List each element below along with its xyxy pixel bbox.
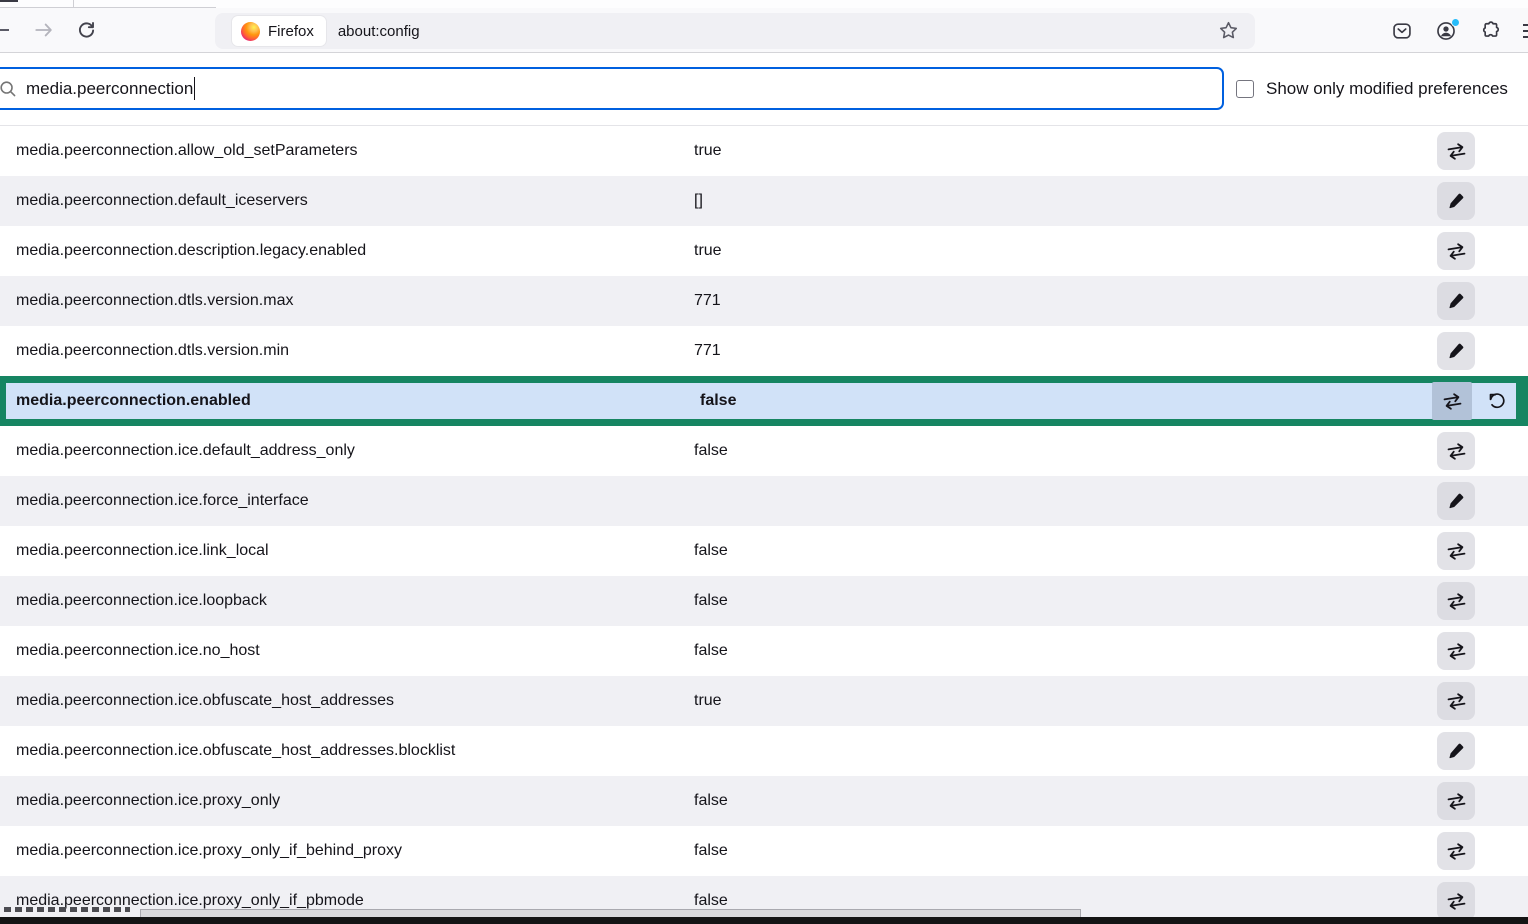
tab-strip-remnant	[0, 0, 1528, 8]
pref-value: 771	[694, 292, 1437, 310]
preferences-table: media.peerconnection.allow_old_setParame…	[0, 126, 1528, 924]
window-edge-mark	[0, 0, 18, 2]
pref-row[interactable]: media.peerconnection.ice.default_address…	[0, 426, 1528, 476]
pref-name: media.peerconnection.ice.no_host	[0, 642, 694, 660]
edit-button[interactable]	[1437, 182, 1475, 220]
edit-button[interactable]	[1437, 732, 1475, 770]
pref-name: media.peerconnection.dtls.version.min	[0, 342, 694, 360]
edit-button[interactable]	[1437, 282, 1475, 320]
pref-row[interactable]: media.peerconnection.dtls.version.min 77…	[0, 326, 1528, 376]
reset-button[interactable]	[1478, 382, 1516, 420]
pref-name: media.peerconnection.default_iceservers	[0, 192, 694, 210]
pref-row[interactable]: media.peerconnection.allow_old_setParame…	[0, 126, 1528, 176]
pref-name: media.peerconnection.ice.proxy_only	[0, 792, 694, 810]
pref-value: false	[694, 642, 1437, 660]
pref-name: media.peerconnection.ice.link_local	[0, 542, 694, 560]
site-identity-label: Firefox	[268, 23, 314, 40]
search-icon	[0, 79, 18, 99]
pref-value: false	[694, 842, 1437, 860]
pref-row[interactable]: media.peerconnection.ice.link_local fals…	[0, 526, 1528, 576]
pref-value: false	[694, 592, 1437, 610]
url-bar[interactable]: Firefox about:config	[215, 13, 1255, 49]
pref-value: false	[700, 392, 1432, 410]
pref-value: false	[694, 792, 1437, 810]
pref-row[interactable]: media.peerconnection.description.legacy.…	[0, 226, 1528, 276]
forward-icon[interactable]	[33, 19, 55, 41]
account-icon[interactable]	[1435, 20, 1457, 42]
pref-value: false	[694, 442, 1437, 460]
reload-icon[interactable]	[75, 19, 97, 41]
search-input[interactable]: media.peerconnection	[0, 67, 1224, 110]
pref-name: media.peerconnection.ice.default_address…	[0, 442, 694, 460]
pref-value: true	[694, 692, 1437, 710]
browser-toolbar: Firefox about:config	[0, 8, 1528, 53]
toggle-button[interactable]	[1437, 432, 1475, 470]
site-identity-chip[interactable]: Firefox	[232, 16, 326, 46]
pref-row[interactable]: media.peerconnection.dtls.version.max 77…	[0, 276, 1528, 326]
config-search-section: media.peerconnection Show only modified …	[0, 53, 1528, 126]
pref-row[interactable]: media.peerconnection.ice.proxy_only_if_b…	[0, 826, 1528, 876]
edit-button[interactable]	[1437, 482, 1475, 520]
pref-row[interactable]: media.peerconnection.ice.force_interface	[0, 476, 1528, 526]
toggle-button[interactable]	[1437, 682, 1475, 720]
pref-value: false	[694, 542, 1437, 560]
toggle-button[interactable]	[1437, 832, 1475, 870]
toggle-button[interactable]	[1437, 582, 1475, 620]
pref-row[interactable]: media.peerconnection.ice.proxy_only fals…	[0, 776, 1528, 826]
pref-name: media.peerconnection.enabled	[6, 392, 700, 410]
show-modified-label: Show only modified preferences	[1266, 79, 1508, 99]
toggle-button[interactable]	[1437, 882, 1475, 920]
pref-value: false	[694, 892, 1437, 910]
pref-row[interactable]: media.peerconnection.enabled false	[0, 376, 1528, 426]
pref-value: true	[694, 142, 1437, 160]
url-text[interactable]: about:config	[338, 23, 420, 40]
pref-name: media.peerconnection.ice.force_interface	[0, 492, 694, 510]
taskbar-edge	[0, 917, 1528, 924]
toggle-button[interactable]	[1437, 532, 1475, 570]
pref-row[interactable]: media.peerconnection.ice.loopback false	[0, 576, 1528, 626]
pref-name: media.peerconnection.ice.obfuscate_host_…	[0, 692, 694, 710]
toggle-button[interactable]	[1437, 232, 1475, 270]
pref-row[interactable]: media.peerconnection.ice.no_host false	[0, 626, 1528, 676]
app-menu-icon[interactable]	[1523, 24, 1528, 38]
pref-row[interactable]: media.peerconnection.ice.obfuscate_host_…	[0, 726, 1528, 776]
pref-row[interactable]: media.peerconnection.ice.obfuscate_host_…	[0, 676, 1528, 726]
pref-name: media.peerconnection.ice.obfuscate_host_…	[0, 742, 694, 760]
clipped-status-text	[4, 907, 130, 916]
pref-name: media.peerconnection.ice.proxy_only_if_b…	[0, 842, 694, 860]
toggle-button[interactable]	[1432, 382, 1472, 420]
bookmark-star-icon[interactable]	[1218, 20, 1239, 41]
pref-value: []	[694, 192, 1437, 210]
pref-name: media.peerconnection.description.legacy.…	[0, 242, 694, 260]
firefox-logo-icon	[241, 22, 260, 41]
back-icon[interactable]	[0, 29, 9, 31]
account-notification-dot	[1451, 18, 1460, 27]
search-query-text[interactable]: media.peerconnection	[26, 79, 193, 99]
extensions-puzzle-icon[interactable]	[1479, 20, 1501, 42]
show-modified-checkbox[interactable]	[1236, 80, 1254, 98]
toggle-button[interactable]	[1437, 132, 1475, 170]
pref-value: true	[694, 242, 1437, 260]
toggle-button[interactable]	[1437, 782, 1475, 820]
text-caret	[194, 77, 195, 100]
pref-row[interactable]: media.peerconnection.default_iceservers …	[0, 176, 1528, 226]
pocket-icon[interactable]	[1391, 20, 1413, 42]
pref-value: 771	[694, 342, 1437, 360]
pref-name: media.peerconnection.dtls.version.max	[0, 292, 694, 310]
pref-name: media.peerconnection.ice.loopback	[0, 592, 694, 610]
toggle-button[interactable]	[1437, 632, 1475, 670]
edit-button[interactable]	[1437, 332, 1475, 370]
pref-name: media.peerconnection.allow_old_setParame…	[0, 142, 694, 160]
